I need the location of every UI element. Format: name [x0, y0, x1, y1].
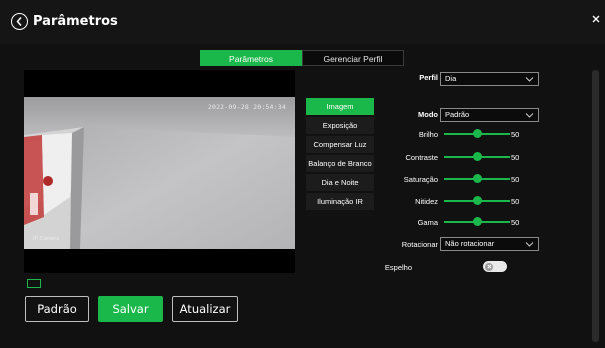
fit-window-icon[interactable]	[27, 279, 41, 288]
image-settings-dialog: Parâmetros Parâmetros Gerenciar Perfil 2…	[0, 0, 605, 348]
menu-item-ir-light[interactable]: Iluminação IR	[306, 193, 374, 210]
tab-manage-profile[interactable]: Gerenciar Perfil	[302, 50, 404, 66]
menu-item-backlight[interactable]: Compensar Luz	[306, 136, 374, 153]
slider-knob[interactable]	[472, 217, 482, 226]
mode-label: Modo	[418, 110, 438, 119]
menu-item-exposure[interactable]: Exposição	[306, 117, 374, 134]
scrollbar[interactable]	[592, 70, 599, 342]
rotate-value: Não rotacionar	[445, 239, 495, 248]
close-icon[interactable]	[590, 12, 602, 24]
toggle-knob	[485, 262, 493, 271]
mirror-label: Espelho	[384, 263, 412, 272]
profile-label: Perfil	[419, 73, 438, 82]
chevron-down-icon	[525, 111, 534, 123]
default-button[interactable]: Padrão	[25, 296, 89, 322]
sharpness-value: 50	[511, 197, 520, 206]
slider-knob[interactable]	[472, 129, 482, 138]
contrast-value: 50	[511, 153, 520, 162]
tab-parameters[interactable]: Parâmetros	[200, 50, 302, 66]
settings-menu: Imagem Exposição Compensar Luz Balanço d…	[306, 98, 374, 212]
osd-timestamp: 2022-09-28 20:54:34	[207, 103, 286, 111]
profile-value: Dia	[445, 74, 457, 83]
slider-knob[interactable]	[472, 152, 482, 161]
saturation-value: 50	[511, 175, 520, 184]
saturation-slider[interactable]	[444, 174, 510, 184]
gamma-slider[interactable]	[444, 217, 510, 227]
camera-image: 2022-09-28 20:54:34 IP Camera	[24, 97, 295, 249]
brightness-slider[interactable]	[444, 129, 510, 139]
contrast-slider[interactable]	[444, 152, 510, 162]
mode-select[interactable]: Padrão	[440, 108, 539, 122]
rotate-label: Rotacionar	[401, 240, 438, 249]
back-icon[interactable]	[11, 13, 28, 30]
refresh-button[interactable]: Atualizar	[172, 296, 238, 322]
saturation-label: Saturação	[403, 175, 438, 184]
rotate-select[interactable]: Não rotacionar	[440, 237, 539, 251]
chevron-down-icon	[525, 240, 534, 252]
save-button[interactable]: Salvar	[98, 296, 163, 322]
mirror-toggle[interactable]	[483, 261, 507, 272]
menu-item-white-balance[interactable]: Balanço de Branco	[306, 155, 374, 172]
brightness-value: 50	[511, 130, 520, 139]
menu-item-day-night[interactable]: Dia e Noite	[306, 174, 374, 191]
contrast-label: Contraste	[405, 153, 438, 162]
page-title: Parâmetros	[33, 14, 118, 29]
chevron-down-icon	[525, 75, 534, 87]
tab-bar: Parâmetros Gerenciar Perfil	[200, 50, 404, 66]
title-bar: Parâmetros	[0, 0, 605, 44]
profile-select[interactable]: Dia	[440, 72, 539, 86]
mode-value: Padrão	[445, 110, 470, 119]
gamma-value: 50	[511, 218, 520, 227]
osd-camera-name: IP Camera	[33, 236, 60, 242]
menu-item-image[interactable]: Imagem	[306, 98, 374, 115]
slider-knob[interactable]	[472, 174, 482, 183]
brightness-label: Brilho	[418, 130, 438, 139]
sharpness-label: Nitidez	[415, 197, 438, 206]
gamma-label: Gama	[417, 218, 438, 227]
sharpness-slider[interactable]	[444, 196, 510, 206]
slider-knob[interactable]	[472, 196, 482, 205]
video-preview: 2022-09-28 20:54:34 IP Camera	[24, 70, 295, 273]
